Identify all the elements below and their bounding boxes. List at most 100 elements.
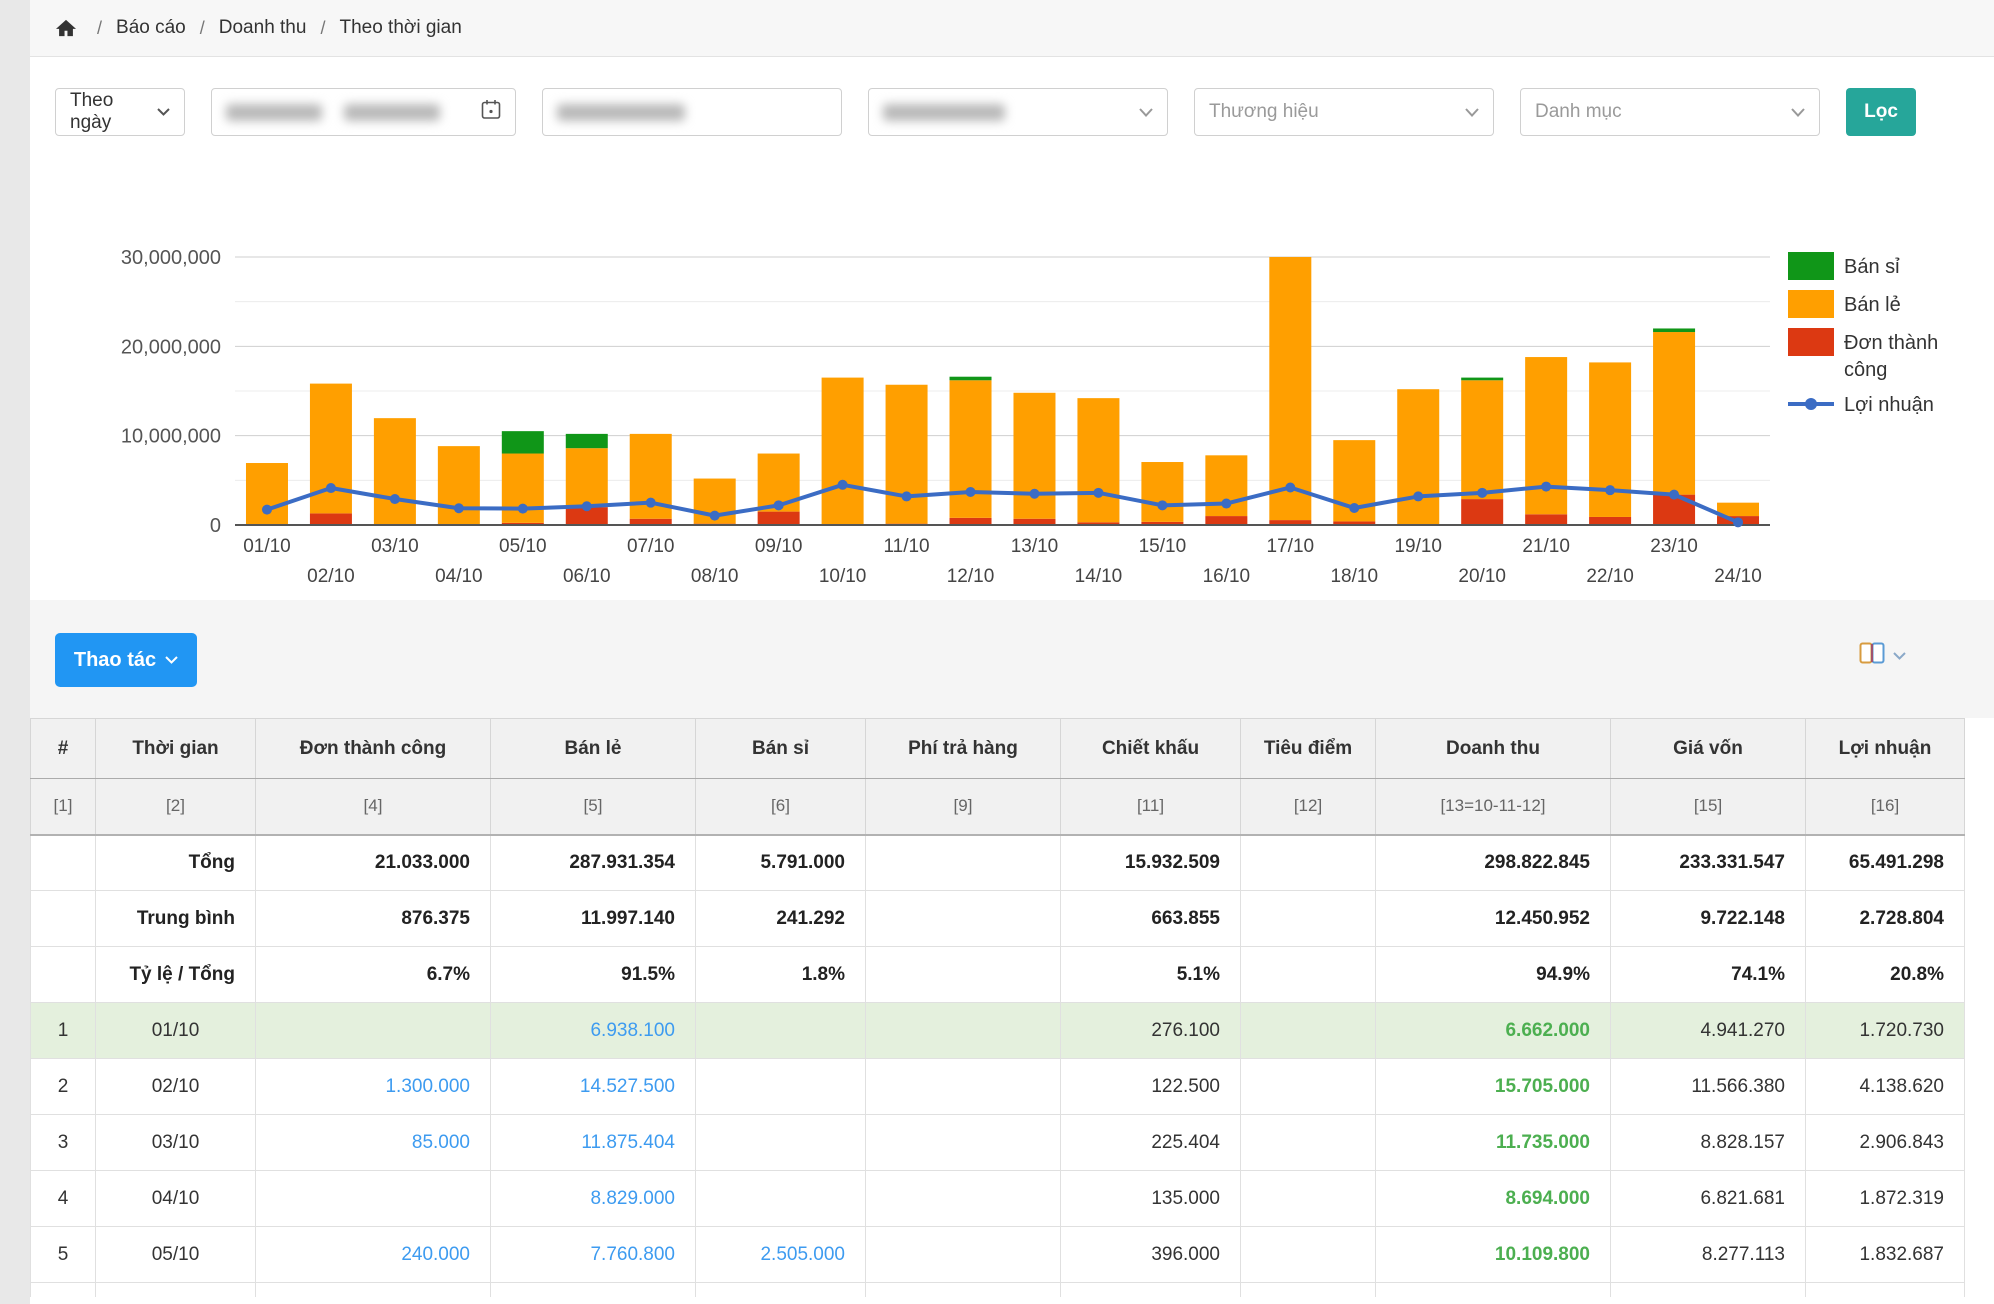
cell-ban_si <box>696 1283 866 1297</box>
cell-loi_nhuan: 1.872.319 <box>1806 1171 1965 1227</box>
product-group-select[interactable] <box>868 88 1168 136</box>
cell-chiet_khau: 5.1% <box>1061 947 1241 1003</box>
legend-swatch <box>1788 252 1834 280</box>
redacted-search-text <box>557 104 685 121</box>
bar-ban-le <box>566 448 608 507</box>
cell-idx <box>31 835 96 891</box>
cell-ban_le[interactable]: 8.829.000 <box>491 1171 696 1227</box>
legend-label: Bán lẻ <box>1844 294 1901 316</box>
filter-bar: Theo ngày Thương hiệu Danh mục <box>55 88 1916 136</box>
bar-ban-si <box>950 377 992 381</box>
profit-line-marker <box>774 500 784 510</box>
profit-line-marker <box>646 498 656 508</box>
chevron-down-icon <box>157 108 170 116</box>
cell-ban_le[interactable]: 7.760.800 <box>491 1227 696 1283</box>
cell-tieu_diem <box>1241 1227 1376 1283</box>
cell-phi_tra_hang <box>866 1283 1061 1297</box>
cell-doanh_thu: 8.694.000 <box>1376 1171 1611 1227</box>
actions-button[interactable]: Thao tác <box>55 633 197 687</box>
bar-ban-si <box>502 431 544 453</box>
breadcrumb-item-doanh-thu[interactable]: Doanh thu <box>219 17 307 39</box>
breadcrumb-item-bao-cao[interactable]: Báo cáo <box>116 17 186 39</box>
x-axis-label: 07/10 <box>627 536 675 557</box>
cell-don_thanh_cong[interactable]: 85.000 <box>256 1115 491 1171</box>
product-search-input[interactable] <box>542 88 842 136</box>
profit-line-marker <box>710 511 720 521</box>
date-range-input[interactable] <box>211 88 516 136</box>
column-header-gia_von: Giá vốn <box>1611 719 1806 779</box>
x-axis-label: 24/10 <box>1714 566 1762 587</box>
bar-ban-le <box>822 378 864 525</box>
home-icon[interactable] <box>55 18 77 38</box>
cell-ban_le[interactable]: 6.938.100 <box>491 1003 696 1059</box>
cell-ban_le[interactable]: 14.527.500 <box>491 1059 696 1115</box>
cell-don_thanh_cong[interactable]: 240.000 <box>256 1227 491 1283</box>
bar-ban-le <box>950 380 992 518</box>
summary-label: Tỷ lệ / Tổng <box>96 947 256 1003</box>
column-header-loi_nhuan: Lợi nhuận <box>1806 719 1965 779</box>
y-axis-tick: 20,000,000 <box>121 336 221 358</box>
cell-ban_le: 11.997.140 <box>491 891 696 947</box>
x-axis-label: 11/10 <box>883 536 929 557</box>
cell-loi_nhuan: 1.720.730 <box>1806 1003 1965 1059</box>
cell-chiet_khau: 135.000 <box>1061 1171 1241 1227</box>
bar-ban-si <box>1653 328 1695 332</box>
bar-ban-le <box>1653 332 1695 495</box>
cell-don_thanh_cong <box>256 1283 491 1297</box>
cell-ban_le[interactable]: 11.875.404 <box>491 1115 696 1171</box>
cell-idx <box>31 947 96 1003</box>
calendar-icon[interactable] <box>481 99 501 126</box>
cell-ban_si[interactable]: 2.505.000 <box>696 1227 866 1283</box>
x-axis-label: 04/10 <box>435 566 483 587</box>
cell-loi_nhuan: 2.728.804 <box>1806 891 1965 947</box>
bar-ban-le <box>1269 257 1311 520</box>
x-axis-label: 13/10 <box>1011 536 1059 557</box>
revenue-chart-svg: 010,000,00020,000,00030,000,00001/1002/1… <box>30 190 1994 600</box>
cell-thoi_gian: 01/10 <box>96 1003 256 1059</box>
column-header-don_thanh_cong: Đơn thành công <box>256 719 491 779</box>
brand-placeholder: Thương hiệu <box>1209 101 1465 123</box>
group-by-value: Theo ngày <box>70 90 157 134</box>
category-select[interactable]: Danh mục <box>1520 88 1820 136</box>
brand-select[interactable]: Thương hiệu <box>1194 88 1494 136</box>
profit-line-marker <box>902 491 912 501</box>
cell-doanh_thu: 6.662.000 <box>1376 1003 1611 1059</box>
profit-line-marker <box>1349 503 1359 513</box>
x-axis-label: 08/10 <box>691 566 739 587</box>
cell-ban_si: 5.791.000 <box>696 835 866 891</box>
cell-tieu_diem <box>1241 1171 1376 1227</box>
cell-don_thanh_cong[interactable]: 1.300.000 <box>256 1059 491 1115</box>
cell-tieu_diem <box>1241 835 1376 891</box>
breadcrumb-separator: / <box>320 18 325 39</box>
column-header-ban_si: Bán sỉ <box>696 719 866 779</box>
cell-idx: 5 <box>31 1227 96 1283</box>
column-visibility-toggle[interactable] <box>1859 642 1906 669</box>
cell-ban_si: 241.292 <box>696 891 866 947</box>
cell-ban_si <box>696 1171 866 1227</box>
cell-gia_von: 11.566.380 <box>1611 1059 1806 1115</box>
profit-line-marker <box>1605 485 1615 495</box>
column-code-don_thanh_cong: [4] <box>256 779 491 835</box>
cell-don_thanh_cong: 876.375 <box>256 891 491 947</box>
cell-ban_le: 91.5% <box>491 947 696 1003</box>
cell-doanh_thu: 10.109.800 <box>1376 1227 1611 1283</box>
profit-line <box>267 485 1738 523</box>
group-by-select[interactable]: Theo ngày <box>55 88 185 136</box>
y-axis-tick: 30,000,000 <box>121 247 221 269</box>
filter-button[interactable]: Lọc <box>1846 88 1916 136</box>
cell-gia_von: 6.821.681 <box>1611 1171 1806 1227</box>
column-header-ban_le: Bán lẻ <box>491 719 696 779</box>
chevron-down-icon <box>1791 108 1805 117</box>
column-header-doanh_thu: Doanh thu <box>1376 719 1611 779</box>
bar-ban-si <box>1461 378 1503 381</box>
chevron-down-icon <box>1893 647 1906 665</box>
legend-swatch <box>1788 328 1834 356</box>
x-axis-label: 22/10 <box>1586 566 1634 587</box>
cell-phi_tra_hang <box>866 947 1061 1003</box>
column-code-ban_si: [6] <box>696 779 866 835</box>
category-placeholder: Danh mục <box>1535 101 1791 123</box>
cell-thoi_gian: 03/10 <box>96 1115 256 1171</box>
bar-don-thanh-cong <box>1461 499 1503 525</box>
cell-tieu_diem <box>1241 1003 1376 1059</box>
cell-don_thanh_cong <box>256 1003 491 1059</box>
